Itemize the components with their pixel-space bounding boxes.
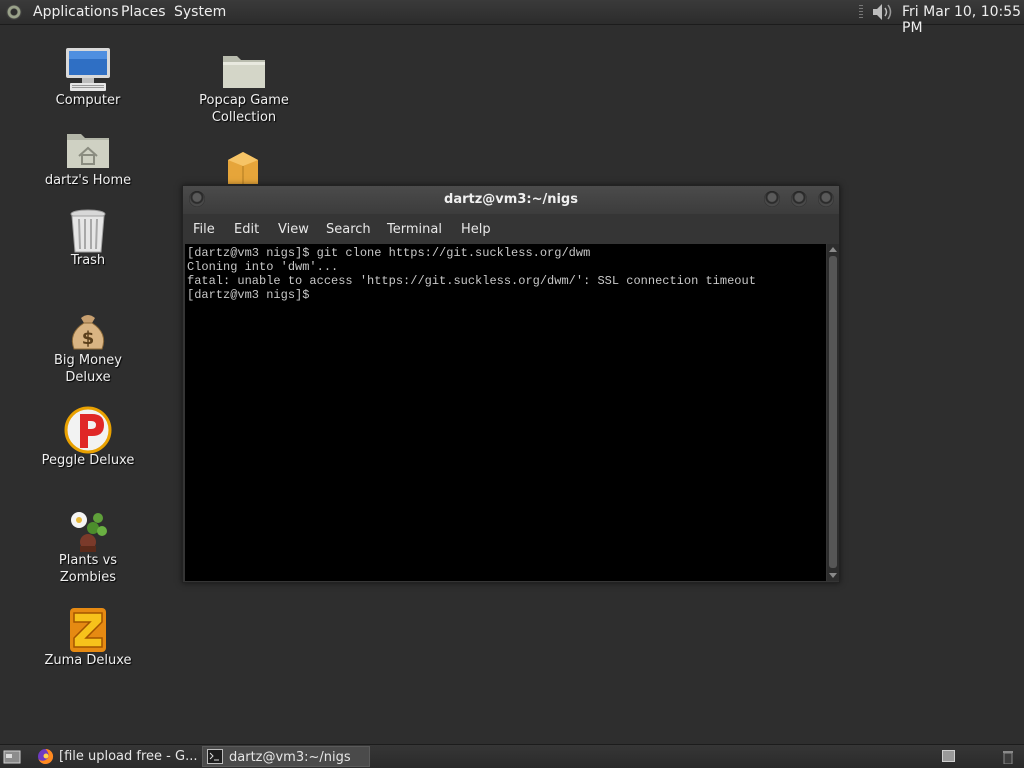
terminal-window[interactable]: dartz@vm3:~/nigs File Edit View Search T…: [182, 185, 840, 583]
applications-menu[interactable]: Applications: [33, 4, 119, 20]
terminal-output[interactable]: [dartz@vm3 nigs]$ git clone https://git.…: [185, 244, 826, 581]
menu-edit[interactable]: Edit: [234, 222, 259, 237]
taskbar-item-terminal[interactable]: dartz@vm3:~/nigs: [202, 746, 370, 767]
plants-vs-zombies-icon: [71, 512, 107, 552]
menu-help[interactable]: Help: [461, 222, 491, 237]
menu-terminal[interactable]: Terminal: [387, 222, 442, 237]
minimize-button[interactable]: [764, 191, 780, 207]
taskbar-item-firefox[interactable]: [file upload free - G...: [33, 746, 198, 767]
desktop-icon-label: Plants vs Zombies: [58, 553, 118, 585]
money-bag-icon: $: [71, 315, 105, 350]
menu-search[interactable]: Search: [326, 222, 371, 237]
desktop-icon-peggle-deluxe[interactable]: Peggle Deluxe: [33, 404, 143, 469]
distro-logo-icon[interactable]: [6, 4, 22, 20]
clock[interactable]: Fri Mar 10, 10:55 PM: [902, 4, 1024, 36]
window-titlebar[interactable]: dartz@vm3:~/nigs: [183, 186, 839, 214]
desktop-icon-big-money-deluxe[interactable]: $ Big Money Deluxe: [33, 304, 143, 386]
desktop-icon-home[interactable]: dartz's Home: [33, 124, 143, 189]
terminal-scrollbar[interactable]: [827, 244, 839, 581]
home-folder-icon: [67, 134, 109, 168]
terminal-line: fatal: unable to access 'https://git.suc…: [187, 274, 756, 288]
desktop-icon-label: Trash: [70, 253, 106, 268]
terminal-menubar: File Edit View Search Terminal Help: [183, 214, 839, 244]
desktop-icon-popcap-game-collection[interactable]: Popcap Game Collection: [189, 44, 299, 126]
menu-view[interactable]: View: [278, 222, 309, 237]
desktop-icon-label: Zuma Deluxe: [44, 653, 132, 668]
places-menu[interactable]: Places: [121, 4, 166, 20]
desktop-icon-label: Peggle Deluxe: [41, 453, 135, 468]
trash-icon: [70, 209, 106, 253]
terminal-prompt-line: [dartz@vm3 nigs]$: [187, 288, 317, 302]
menu-file[interactable]: File: [193, 222, 215, 237]
desktop-icon-label: dartz's Home: [44, 173, 132, 188]
panel-drag-handle[interactable]: [859, 5, 863, 20]
folder-icon: [223, 56, 265, 88]
scrollbar-thumb[interactable]: [829, 256, 837, 568]
taskbar-item-label: [file upload free - G...: [59, 749, 198, 764]
terminal-icon: [207, 749, 223, 764]
top-panel: Applications Places System Fri Mar 10, 1…: [0, 0, 1024, 36]
desktop-icon-plants-vs-zombies[interactable]: Plants vs Zombies: [33, 504, 143, 586]
volume-icon[interactable]: [870, 2, 894, 22]
window-title: dartz@vm3:~/nigs: [444, 192, 578, 207]
desktop-icon-label: Computer: [55, 93, 121, 108]
show-desktop-icon[interactable]: [3, 749, 21, 764]
bottom-panel: [file upload free - G... dartz@vm3:~/nig…: [0, 744, 1024, 768]
trash-applet-icon[interactable]: [1002, 750, 1014, 764]
taskbar-item-label: dartz@vm3:~/nigs: [229, 750, 351, 765]
terminal-line: [dartz@vm3 nigs]$ git clone https://git.…: [187, 246, 591, 260]
desktop-icon-label: Popcap Game Collection: [199, 93, 289, 125]
firefox-icon: [38, 748, 54, 764]
computer-icon: [66, 48, 110, 91]
peggle-icon: [64, 406, 112, 454]
desktop-icon-trash[interactable]: Trash: [33, 204, 143, 269]
maximize-button[interactable]: [791, 191, 807, 207]
desktop-icon-computer[interactable]: Computer: [33, 44, 143, 109]
svg-text:$: $: [82, 328, 95, 349]
system-menu[interactable]: System: [174, 4, 226, 20]
desktop-icon-label: Big Money Deluxe: [53, 353, 122, 385]
package-icon[interactable]: [224, 150, 262, 186]
terminal-line: Cloning into 'dwm'...: [187, 260, 339, 274]
workspace-switcher[interactable]: [942, 750, 955, 762]
scroll-down-arrow-icon[interactable]: [829, 573, 837, 578]
zuma-icon: [70, 608, 106, 652]
close-button[interactable]: [818, 191, 834, 207]
scroll-up-arrow-icon[interactable]: [829, 247, 837, 252]
desktop-icon-zuma-deluxe[interactable]: Zuma Deluxe: [33, 604, 143, 669]
